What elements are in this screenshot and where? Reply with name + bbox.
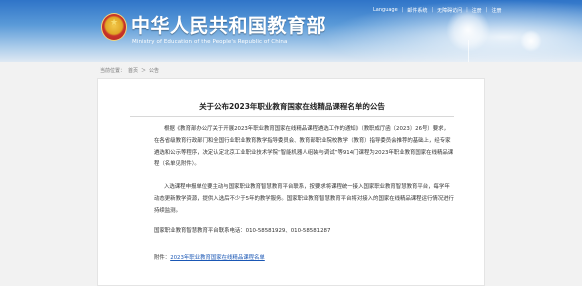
attachment-link[interactable]: 2023年职业教育国家在线精品课程名单 (170, 255, 265, 261)
attachment-line: 附件：2023年职业教育国家在线精品课程名单 (154, 253, 454, 265)
nav-register-link[interactable]: 注册 (472, 7, 482, 14)
nav-accessibility-link[interactable]: 无障碍访问 (437, 7, 462, 14)
star-icon: ★ (110, 18, 119, 28)
breadcrumb-current[interactable]: 公告 (149, 67, 159, 74)
top-nav: Language | 邮件系统 | 无障碍访问 | 注册 | 注册 (373, 5, 502, 15)
dandelion-stem (468, 40, 469, 62)
nav-language-link[interactable]: Language (373, 7, 398, 13)
attachment-label: 附件： (154, 255, 171, 261)
contact-phone-text: 国家职业教育智慧教育平台联系电话：010-58581929、010-585812… (154, 228, 331, 234)
nav-separator: | (401, 7, 404, 13)
nav-login-link[interactable]: 注册 (491, 7, 501, 14)
article-panel: 关于公布2023年职业教育国家在线精品课程名单的公告 根据《教育部办公厅关于开展… (97, 78, 485, 286)
breadcrumb-home-link[interactable]: 首页 (128, 67, 138, 74)
dandelion-decoration-small (520, 30, 542, 52)
title-divider (130, 116, 454, 117)
article-paragraph: 根据《教育部办公厅关于开展2023年职业教育国家在线精品课程遴选工作的通知》（教… (154, 126, 454, 168)
nav-separator: | (466, 7, 468, 13)
article-paragraph: 入选课程申报单位要主动与国家职业教育智慧教育平台联系，按要求将课程统一接入国家职… (154, 184, 454, 214)
breadcrumb-separator: ＞ (141, 68, 147, 74)
site-title[interactable]: 中华人民共和国教育部 (131, 11, 326, 38)
nav-mail-link[interactable]: 邮件系统 (407, 7, 427, 14)
breadcrumb-prefix: 当前位置： (100, 68, 126, 74)
site-subtitle: Ministry of Education of the People's Re… (132, 39, 288, 45)
site-header: ★ 中华人民共和国教育部 Ministry of Education of th… (0, 0, 582, 62)
national-emblem-icon[interactable]: ★ (101, 13, 127, 41)
breadcrumb: 当前位置： 首页 ＞ 公告 (100, 67, 159, 74)
nav-separator: | (431, 7, 434, 13)
article-title: 关于公布2023年职业教育国家在线精品课程名单的公告 (199, 102, 385, 111)
nav-separator: | (485, 7, 488, 13)
